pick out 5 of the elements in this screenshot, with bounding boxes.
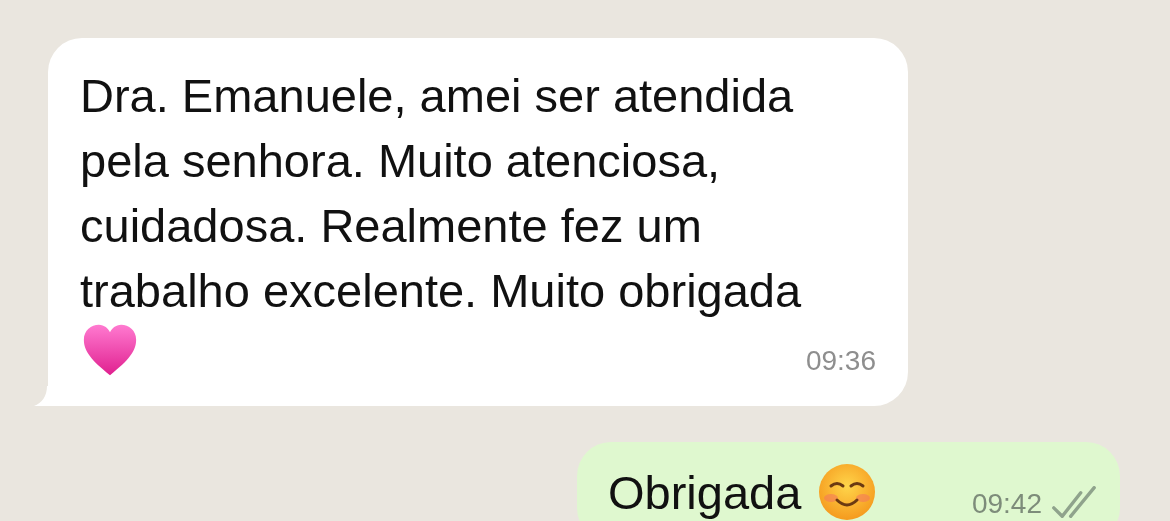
message-time: 09:42	[971, 490, 1042, 518]
smiling-face-icon	[817, 462, 878, 521]
message-text: Dra. Emanuele, amei ser atendida pela senhora. Muito atenciosa, cuidadosa. Realmente fez um trabalho excelente. Muito obrigada	[80, 68, 803, 319]
message-time: 09:36	[805, 347, 876, 375]
message-text: Obrigada	[608, 464, 802, 521]
